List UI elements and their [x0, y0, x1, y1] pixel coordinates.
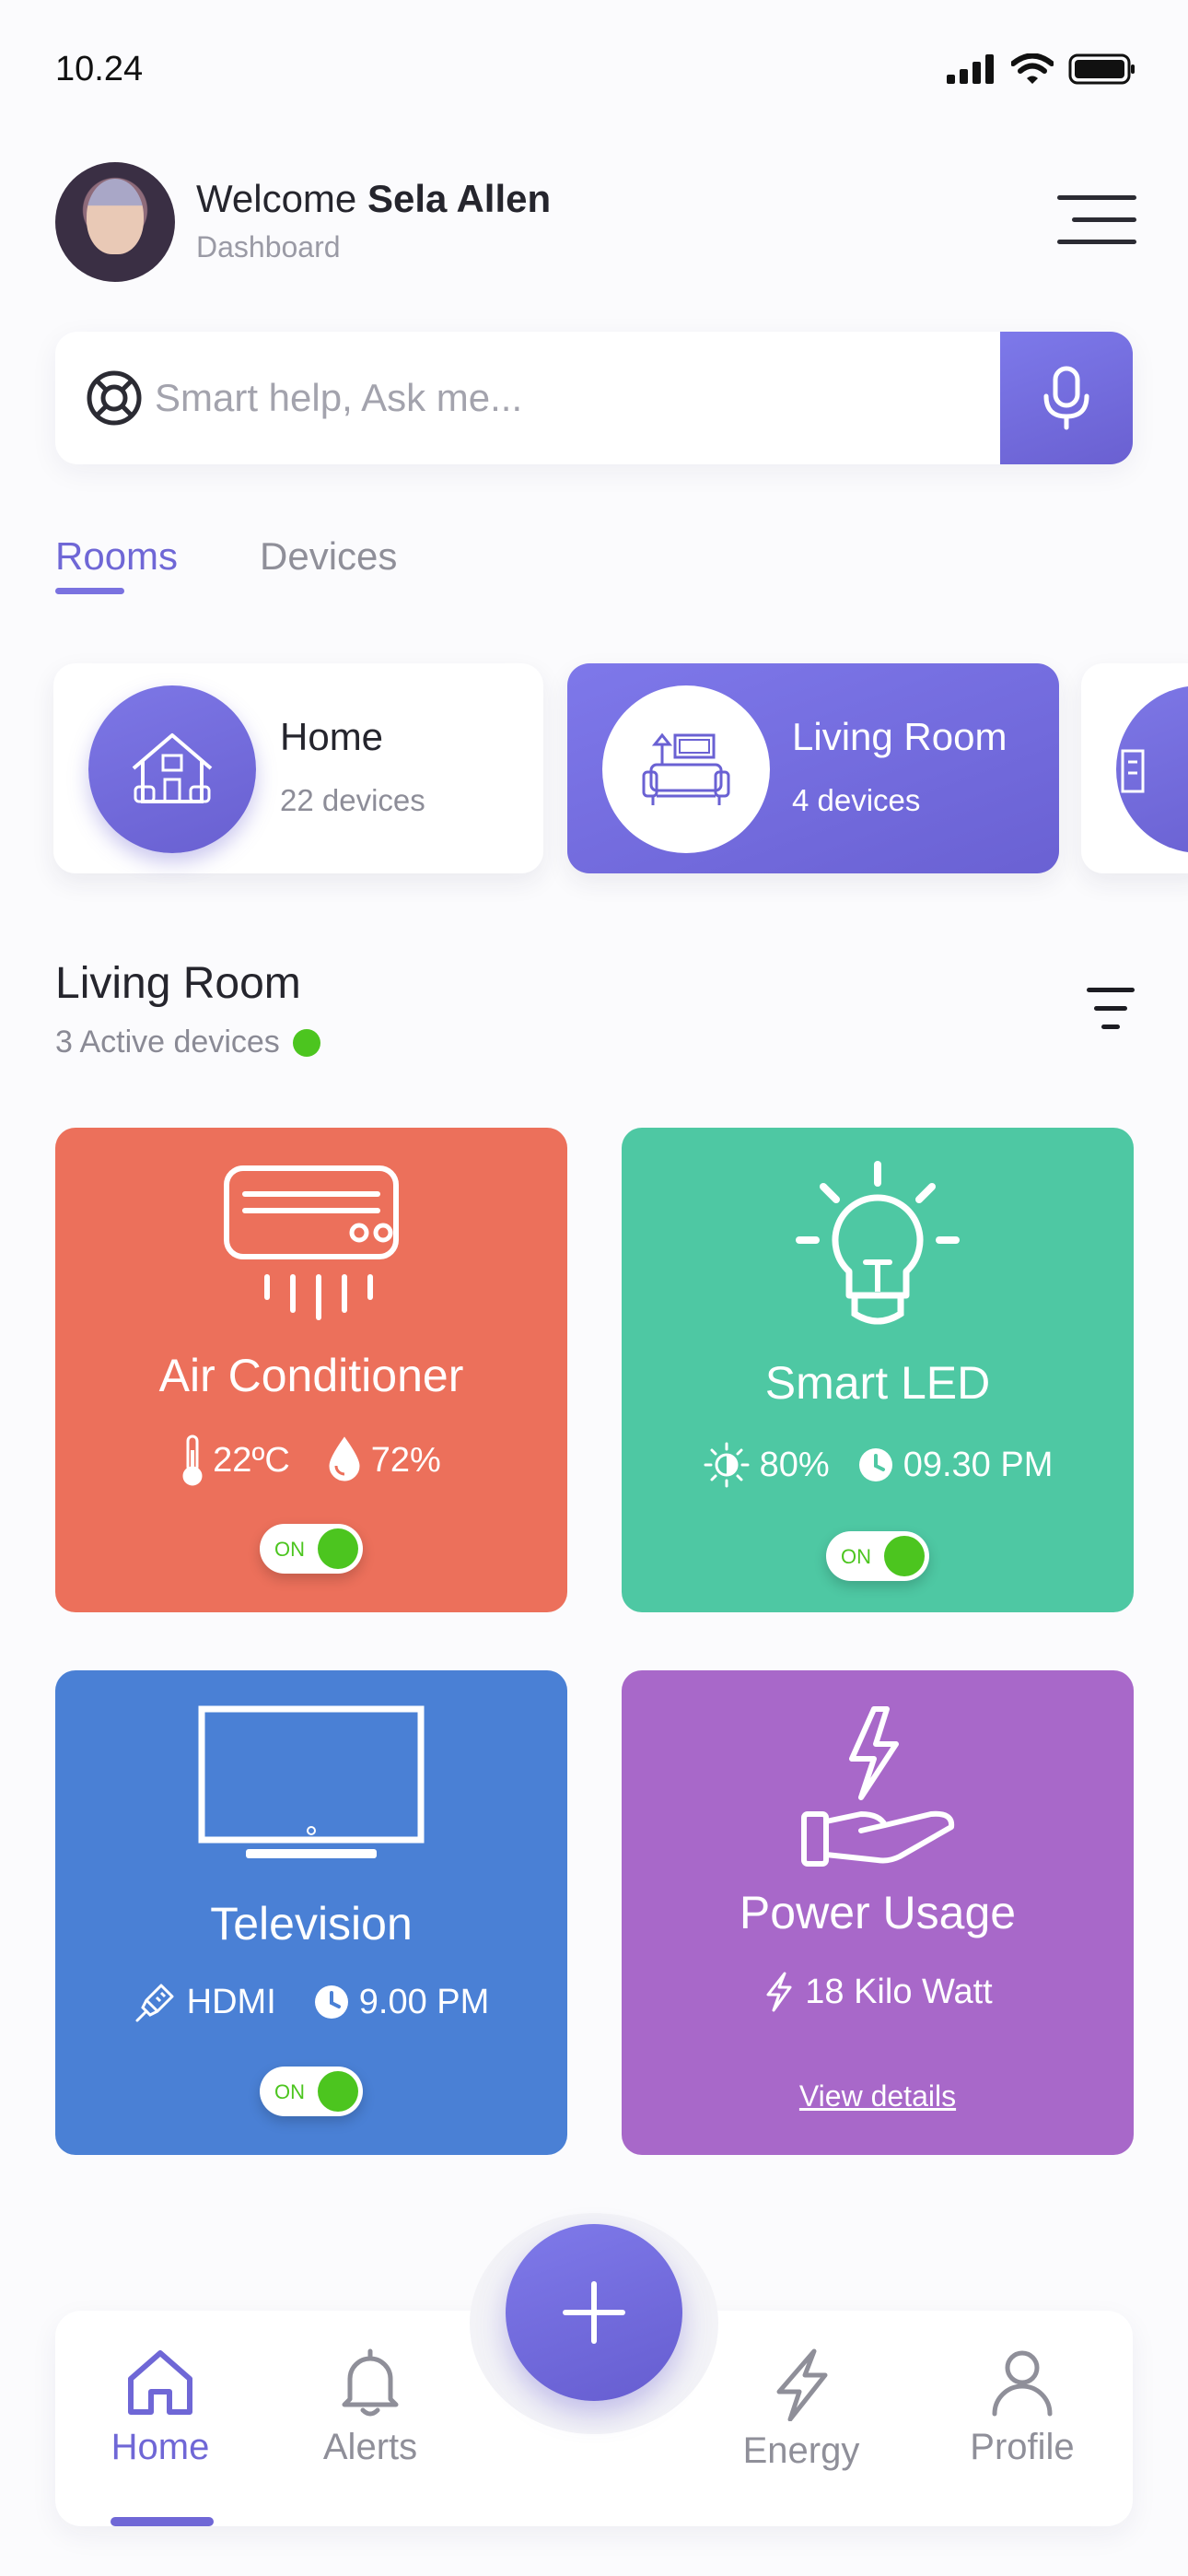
clock-icon: [858, 1448, 892, 1481]
avatar[interactable]: [55, 162, 175, 282]
temperature-value: 22ºC: [213, 1440, 290, 1480]
nav-item-energy[interactable]: Energy: [709, 2348, 893, 2472]
sofa-icon: [642, 732, 730, 805]
device-name: Power Usage: [739, 1887, 1017, 1938]
nav-label: Profile: [970, 2427, 1075, 2467]
toggle-knob: [318, 1528, 358, 1569]
air-conditioner-icon: [224, 1165, 399, 1320]
bell-icon: [342, 2348, 399, 2417]
status-icons: [947, 53, 1136, 85]
active-devices-status: 3 Active devices: [55, 1025, 320, 1060]
tab-rooms[interactable]: Rooms: [55, 534, 178, 579]
device-name: Smart LED: [764, 1357, 991, 1409]
room-name: Home: [280, 715, 384, 758]
device-name: Air Conditioner: [158, 1350, 464, 1401]
search-input[interactable]: [155, 369, 984, 427]
energy-hand-icon: [801, 1706, 955, 1867]
nav-label: Home: [111, 2427, 210, 2467]
toggle-label: ON: [274, 2080, 305, 2103]
filter-button[interactable]: [1087, 982, 1135, 1034]
user-name: Sela Allen: [367, 177, 552, 220]
input-source: HDMI: [186, 1982, 276, 2021]
nav-item-home[interactable]: Home: [68, 2348, 252, 2468]
status-dot: [292, 1028, 320, 1057]
house-icon: [132, 733, 213, 803]
plus-icon: [563, 2281, 625, 2344]
schedule-time: 9.00 PM: [358, 1982, 490, 2021]
power-toggle[interactable]: ON: [260, 1524, 363, 1574]
room-device-count: 22 devices: [280, 783, 425, 817]
droplet-icon: [329, 1436, 360, 1481]
nav-label: Energy: [742, 2430, 860, 2471]
menu-button[interactable]: [1057, 190, 1136, 251]
page-subtitle: Dashboard: [196, 230, 341, 263]
user-icon: [992, 2350, 1053, 2417]
microphone-icon: [1043, 366, 1089, 430]
building-icon: [1121, 749, 1145, 793]
humidity-value: 72%: [370, 1440, 441, 1480]
signal-icon: [947, 54, 994, 84]
device-card-smart-led[interactable]: Smart LED 80% 09.30 PM ON: [622, 1128, 1134, 1612]
battery-icon: [1068, 53, 1135, 85]
nav-label: Alerts: [322, 2427, 418, 2467]
clock-icon: [314, 1985, 348, 2019]
view-details-link[interactable]: View details: [622, 2079, 1134, 2113]
active-nav-indicator: [111, 2517, 214, 2526]
device-name: Television: [210, 1898, 413, 1950]
room-name: Living Room: [792, 715, 1007, 758]
active-devices-label: 3 Active devices: [55, 1025, 280, 1060]
schedule-time: 09.30 PM: [903, 1445, 1054, 1484]
add-device-button[interactable]: [506, 2224, 682, 2401]
tab-devices[interactable]: Devices: [260, 534, 397, 579]
power-usage-value: 18 Kilo Watt: [805, 1972, 993, 2011]
brightness-icon: [704, 1442, 750, 1488]
room-card-partial[interactable]: [1081, 663, 1188, 873]
television-icon: [198, 1705, 425, 1858]
brightness-value: 80%: [759, 1445, 830, 1484]
voice-search-button[interactable]: [1000, 332, 1133, 464]
lifebuoy-icon: [87, 370, 142, 426]
room-card-home[interactable]: Home 22 devices: [53, 663, 543, 873]
hdmi-plug-icon: [135, 1984, 174, 2022]
bolt-icon: [776, 2348, 828, 2421]
section-title: Living Room: [55, 959, 301, 1008]
thermometer-icon: [182, 1434, 203, 1486]
power-toggle[interactable]: ON: [260, 2067, 363, 2116]
device-card-television[interactable]: Television HDMI 9.00 PM ON: [55, 1670, 567, 2155]
wifi-icon: [1011, 53, 1054, 84]
toggle-knob: [318, 2071, 358, 2112]
toggle-knob: [884, 1536, 925, 1576]
device-card-air-conditioner[interactable]: Air Conditioner 22ºC 72% ON: [55, 1128, 567, 1612]
home-icon: [128, 2350, 192, 2415]
welcome-prefix: Welcome: [196, 177, 367, 220]
active-tab-indicator: [55, 588, 124, 594]
toggle-label: ON: [274, 1538, 305, 1561]
lightning-icon: [766, 1972, 792, 2012]
filter-icon: [1087, 988, 1135, 992]
welcome-text: Welcome Sela Allen: [196, 177, 551, 221]
device-card-power-usage[interactable]: Power Usage 18 Kilo Watt View details: [622, 1670, 1134, 2155]
power-toggle[interactable]: ON: [826, 1531, 929, 1581]
light-bulb-icon: [796, 1161, 960, 1325]
nav-item-alerts[interactable]: Alerts: [278, 2348, 462, 2468]
room-card-living-room[interactable]: Living Room 4 devices: [567, 663, 1059, 873]
menu-icon: [1057, 195, 1136, 200]
room-device-count: 4 devices: [792, 783, 921, 817]
nav-item-profile[interactable]: Profile: [930, 2348, 1114, 2468]
toggle-label: ON: [841, 1545, 871, 1568]
status-time: 10.24: [55, 50, 144, 88]
